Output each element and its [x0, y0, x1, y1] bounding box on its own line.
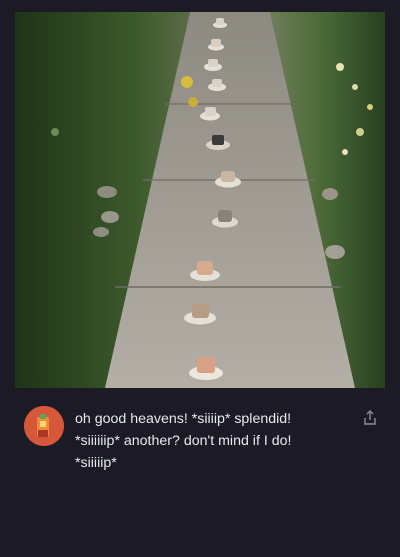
screen: oh good heavens! *siiiip* splendid! *sii…: [0, 0, 400, 557]
garden-path-photo: [15, 12, 385, 388]
user-avatar[interactable]: [24, 406, 64, 446]
share-icon[interactable]: [362, 410, 378, 426]
tea-cup-avatar-icon: [24, 406, 64, 446]
post-text-line: oh good heavens! *siiiip* splendid!: [75, 411, 292, 427]
post-text-line: *siiiiip*: [75, 455, 117, 471]
post-image[interactable]: [15, 12, 385, 388]
post-text-line: *siiiiiip* another? don't mind if I do!: [75, 433, 292, 449]
post-text: oh good heavens! *siiiip* splendid! *sii…: [75, 408, 355, 474]
